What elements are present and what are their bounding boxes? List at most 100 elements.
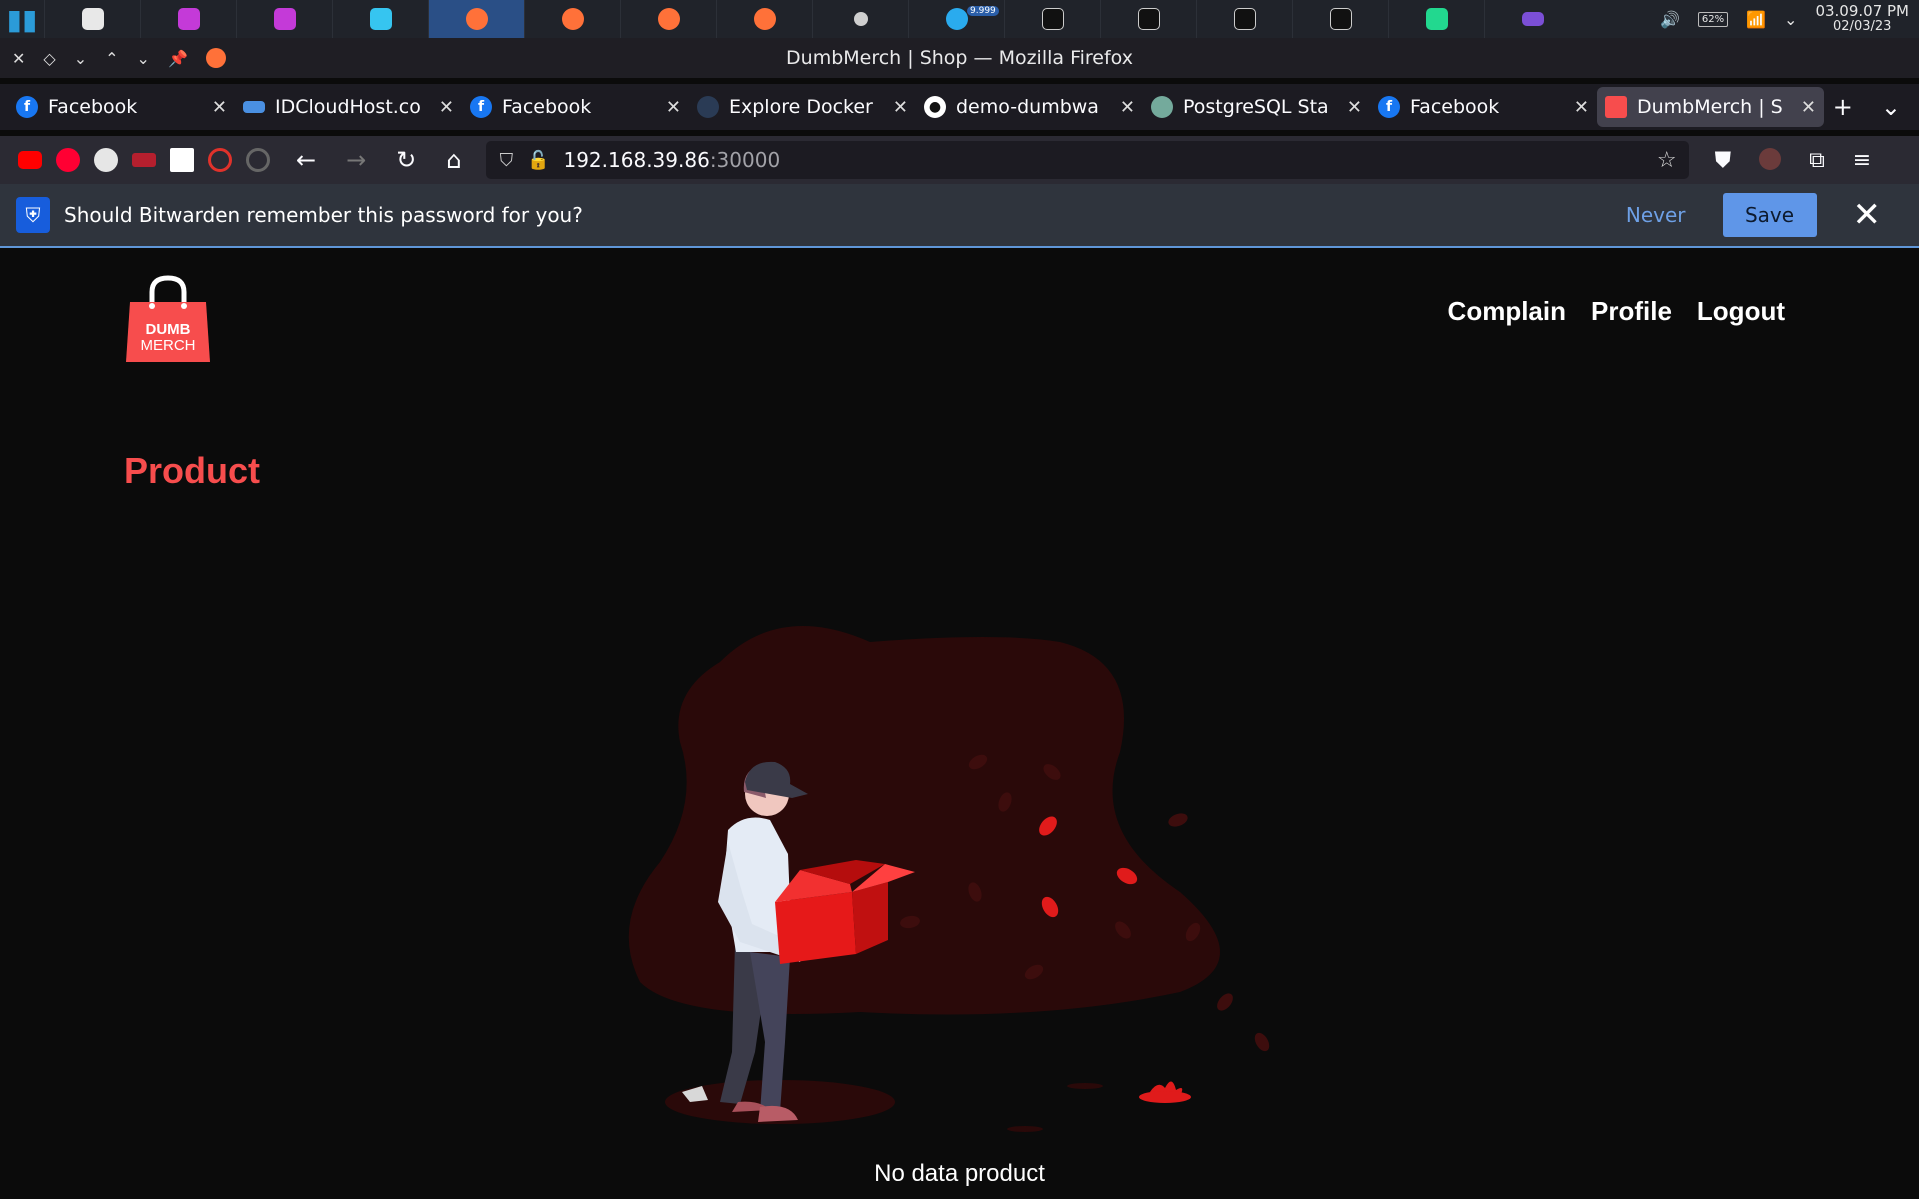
tab-label: IDCloudHost.co	[275, 96, 421, 118]
taskbar-screen-app[interactable]	[1484, 0, 1580, 38]
bitwarden-icon: ⛨	[16, 197, 50, 233]
empty-state-message: No data product	[874, 1160, 1045, 1187]
extension-hex-icon[interactable]	[246, 148, 270, 172]
github-icon[interactable]	[94, 148, 118, 172]
facebook-icon: f	[16, 96, 38, 118]
close-icon[interactable]: ✕	[1347, 97, 1362, 118]
taskbar-datagrip[interactable]	[1388, 0, 1484, 38]
profile-link[interactable]: Profile	[1591, 296, 1672, 327]
bag-handle	[149, 275, 187, 306]
facebook-icon: f	[1378, 96, 1400, 118]
os-taskbar: ▮▮ 9.999 🔊 62% 📶 ⌄ 03.09.07 PM 02/03/23	[0, 0, 1919, 38]
taskbar-slack[interactable]	[332, 0, 428, 38]
back-icon[interactable]: ←	[296, 146, 316, 174]
section-title: Product	[124, 450, 261, 491]
never-button[interactable]: Never	[1626, 203, 1686, 227]
intellij-icon	[177, 8, 200, 30]
complain-link[interactable]: Complain	[1448, 296, 1566, 327]
taskbar-file-manager[interactable]	[44, 0, 140, 38]
red-puddle	[1139, 1091, 1191, 1103]
close-icon[interactable]: ✕	[1853, 195, 1882, 235]
window-titlebar: ✕ ◇ ⌄ ⌃ ⌄ 📌 DumbMerch | Shop — Mozilla F…	[0, 38, 1919, 78]
extensions-icon[interactable]: ⧉	[1809, 148, 1825, 173]
close-icon[interactable]: ✕	[666, 97, 681, 118]
taskbar-firefox-active[interactable]	[428, 0, 524, 38]
star-bookmark-icon[interactable]: ☆	[1657, 148, 1689, 173]
tab-3[interactable]: Explore Docker ✕	[689, 87, 916, 127]
taskbar-terminal-2[interactable]	[1100, 0, 1196, 38]
close-icon[interactable]: ✕	[893, 97, 908, 118]
close-icon[interactable]: ✕	[1574, 97, 1589, 118]
taskbar-terminal-3[interactable]	[1196, 0, 1292, 38]
battery-indicator[interactable]: 62%	[1697, 11, 1729, 27]
clock-date: 02/03/23	[1833, 19, 1892, 35]
shield-icon[interactable]: ⛉	[500, 150, 514, 171]
clock[interactable]: 03.09.07 PM 02/03/23	[1815, 2, 1909, 35]
tab-2[interactable]: f Facebook ✕	[462, 87, 689, 127]
taskbar-terminal-1[interactable]	[1004, 0, 1100, 38]
search-icon[interactable]	[208, 148, 232, 172]
address-bar[interactable]: ⛉ 🔓 192.168.39.86 :30000 ☆	[485, 141, 1689, 179]
reload-icon[interactable]: ↻	[396, 146, 416, 174]
chevron-down-icon[interactable]: ⌄	[1784, 10, 1797, 29]
save-password-button[interactable]: Save	[1722, 193, 1817, 237]
tab-label: demo-dumbwa	[956, 96, 1099, 118]
new-tab-icon[interactable]: +	[1833, 93, 1853, 121]
taskbar-firefox-4[interactable]	[716, 0, 812, 38]
tab-5[interactable]: PostgreSQL Sta ✕	[1143, 87, 1370, 127]
clock-time: 03.09.07 PM	[1815, 2, 1909, 21]
list-all-tabs-icon[interactable]: ⌄	[1881, 93, 1901, 121]
tab-0[interactable]: f Facebook ✕	[8, 87, 235, 127]
logo-line2: MERCH	[141, 337, 196, 354]
taskbar-telegram[interactable]: 9.999	[908, 0, 1004, 38]
bitwarden-message: Should Bitwarden remember this password …	[64, 203, 583, 227]
wifi-icon[interactable]: 📶	[1746, 10, 1766, 29]
telegram-icon	[945, 8, 968, 30]
logout-link[interactable]: Logout	[1697, 296, 1785, 327]
lock-icon[interactable]: 🔓	[527, 150, 549, 171]
app-launcher-icon[interactable]: ▮▮	[0, 0, 44, 38]
docker-icon	[697, 96, 719, 118]
floor-mark	[1067, 1083, 1103, 1089]
tab-6[interactable]: f Facebook ✕	[1370, 87, 1597, 127]
url-host: 192.168.39.86	[563, 148, 710, 172]
firefox-icon	[561, 8, 584, 30]
screen-icon	[1521, 12, 1544, 26]
taskbar-firefox-2[interactable]	[524, 0, 620, 38]
tab-4[interactable]: ● demo-dumbwa ✕	[916, 87, 1143, 127]
tab-1[interactable]: IDCloudHost.co ✕	[235, 87, 462, 127]
firefox-icon	[753, 8, 776, 30]
youtube-music-icon[interactable]	[56, 148, 80, 172]
close-icon[interactable]: ✕	[212, 97, 227, 118]
empty-state-illustration	[628, 626, 1270, 1132]
menu-icon[interactable]: ≡	[1853, 148, 1871, 173]
site-nav: Complain Profile Logout	[1448, 296, 1785, 327]
home-icon[interactable]: ⌂	[446, 146, 461, 174]
bag-hole-left	[149, 303, 155, 309]
intellij-icon	[273, 8, 296, 30]
account-avatar-icon[interactable]	[1759, 147, 1782, 170]
tab-label: Facebook	[502, 96, 592, 118]
browser-navbar: ← → ↻ ⌂ ⛉ 🔓 192.168.39.86 :30000 ☆ ⛊ ⧉ ≡	[0, 136, 1919, 184]
taskbar-terminal-4[interactable]	[1292, 0, 1388, 38]
close-icon[interactable]: ✕	[1120, 97, 1135, 118]
bookmark-red-icon[interactable]	[132, 153, 156, 167]
forward-icon[interactable]: →	[346, 146, 366, 174]
pocket-icon[interactable]: ⛊	[1715, 148, 1732, 173]
url-port: :30000	[709, 148, 781, 172]
terminal-icon	[1137, 8, 1160, 30]
close-icon[interactable]: ✕	[1801, 97, 1816, 118]
volume-icon[interactable]: 🔊	[1660, 10, 1680, 29]
dumbmerch-logo[interactable]: DUMB MERCH	[124, 272, 212, 362]
taskbar-settings[interactable]	[812, 0, 908, 38]
youtube-icon[interactable]	[18, 151, 42, 169]
taskbar-intellij-1[interactable]	[140, 0, 236, 38]
tab-7-active[interactable]: DumbMerch | S ✕	[1597, 87, 1824, 127]
cloudflare-icon[interactable]	[170, 148, 194, 172]
close-icon[interactable]: ✕	[439, 97, 454, 118]
taskbar-firefox-3[interactable]	[620, 0, 716, 38]
tab-label: Explore Docker	[729, 96, 873, 118]
taskbar-intellij-2[interactable]	[236, 0, 332, 38]
terminal-icon	[1233, 8, 1256, 30]
floor-mark	[1007, 1126, 1043, 1132]
